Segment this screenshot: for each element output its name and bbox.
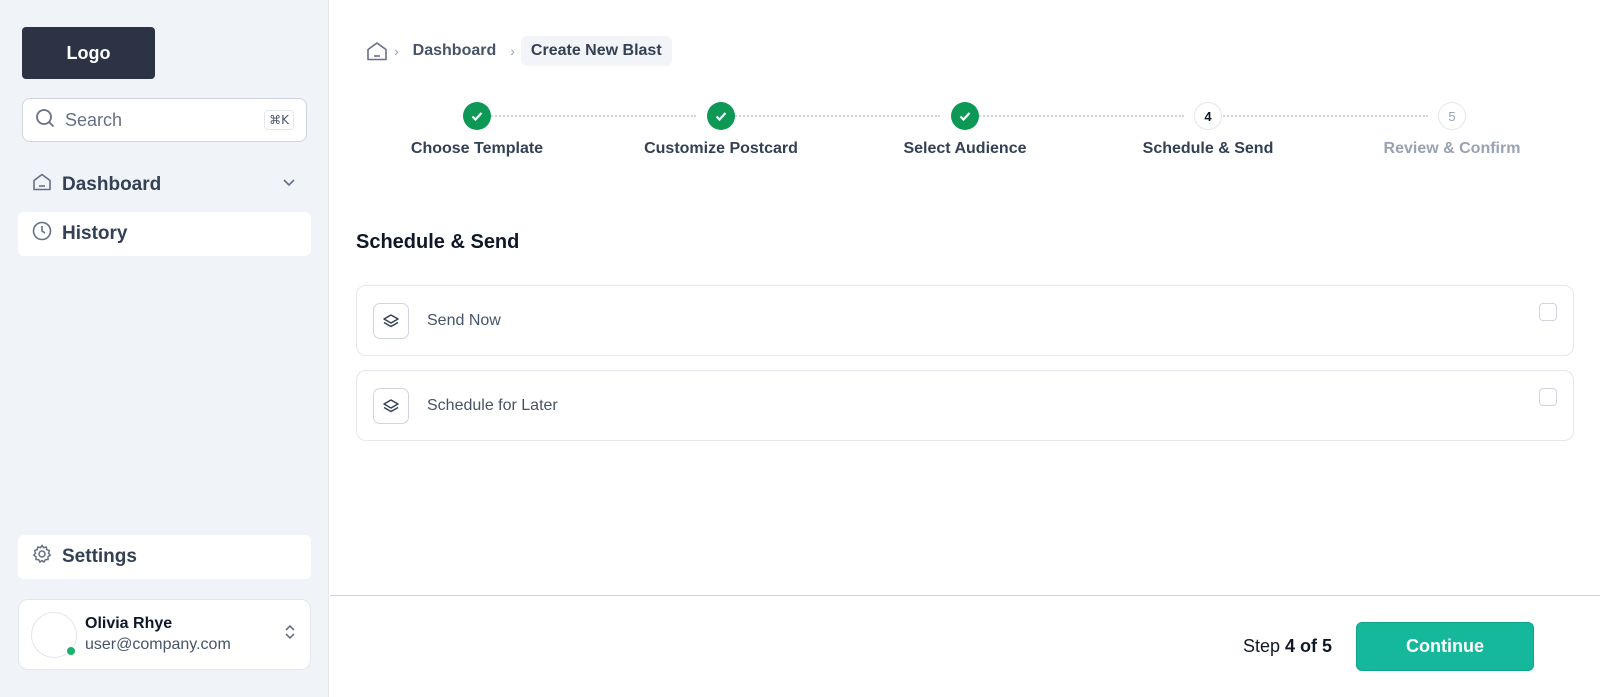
check-icon xyxy=(707,102,735,130)
check-icon xyxy=(463,102,491,130)
breadcrumb: › Dashboard › Create New Blast xyxy=(366,36,672,66)
layers-icon xyxy=(373,302,409,339)
step-number: 4 xyxy=(1194,102,1222,130)
step-select-audience[interactable]: Select Audience xyxy=(865,100,1065,158)
option-send-now[interactable]: Send Now xyxy=(356,285,1574,356)
home-icon xyxy=(32,172,52,198)
step-counter: Step 4 of 5 xyxy=(1243,636,1332,657)
online-status-dot xyxy=(65,644,77,657)
sidebar-item-label: History xyxy=(62,223,128,244)
option-schedule-later[interactable]: Schedule for Later xyxy=(356,370,1574,441)
sidebar-item-settings[interactable]: Settings xyxy=(18,535,311,579)
breadcrumb-separator: › xyxy=(510,43,515,59)
step-number: 5 xyxy=(1438,102,1466,130)
step-counter-value: 4 of 5 xyxy=(1284,636,1332,656)
user-name: Olivia Rhye xyxy=(85,615,173,632)
search-shortcut: ⌘K xyxy=(264,110,294,130)
step-schedule-send[interactable]: 4 Schedule & Send xyxy=(1108,100,1308,158)
step-label: Select Audience xyxy=(903,140,1027,157)
sidebar-item-label: Settings xyxy=(62,546,137,567)
search-icon xyxy=(35,108,55,133)
sidebar: Logo Search ⌘K Dashboard History Setting… xyxy=(0,0,329,697)
chevron-down-icon[interactable] xyxy=(281,174,297,196)
breadcrumb-dashboard[interactable]: Dashboard xyxy=(405,42,505,60)
step-customize-postcard[interactable]: Customize Postcard xyxy=(621,100,821,158)
logo[interactable]: Logo xyxy=(22,27,155,79)
step-label: Schedule & Send xyxy=(1142,140,1274,157)
sidebar-item-dashboard[interactable]: Dashboard xyxy=(18,163,311,207)
step-label: Customize Postcard xyxy=(644,140,798,157)
footer: Step 4 of 5 Continue xyxy=(330,595,1600,697)
continue-button[interactable]: Continue xyxy=(1356,622,1534,671)
send-now-checkbox[interactable] xyxy=(1539,303,1557,321)
check-icon xyxy=(951,102,979,130)
step-review-confirm[interactable]: 5 Review & Confirm xyxy=(1352,100,1552,158)
user-email: user@company.com xyxy=(85,636,231,653)
stepper: Choose Template Customize Postcard Selec… xyxy=(330,100,1600,170)
schedule-later-checkbox[interactable] xyxy=(1539,388,1557,406)
section-title: Schedule & Send xyxy=(356,231,520,253)
search-input[interactable]: Search ⌘K xyxy=(22,98,307,142)
option-label: Schedule for Later xyxy=(427,396,558,414)
gear-icon xyxy=(32,544,52,570)
avatar xyxy=(31,611,77,658)
step-label: Review & Confirm xyxy=(1383,140,1521,157)
breadcrumb-current: Create New Blast xyxy=(520,36,672,66)
step-label: Choose Template xyxy=(410,140,544,157)
user-card[interactable]: Olivia Rhye user@company.com xyxy=(18,599,311,670)
search-placeholder: Search xyxy=(65,109,123,130)
clock-icon xyxy=(32,221,52,247)
option-label: Send Now xyxy=(427,311,501,329)
step-counter-prefix: Step xyxy=(1242,636,1280,656)
home-icon[interactable] xyxy=(366,40,388,62)
layers-icon xyxy=(373,387,409,424)
sidebar-item-history[interactable]: History xyxy=(18,212,311,256)
step-choose-template[interactable]: Choose Template xyxy=(377,100,577,158)
sidebar-item-label: Dashboard xyxy=(62,174,162,195)
breadcrumb-separator: › xyxy=(394,43,399,59)
chevron-selector-icon[interactable] xyxy=(282,623,298,646)
main-content: › Dashboard › Create New Blast Choose Te… xyxy=(330,0,1600,697)
